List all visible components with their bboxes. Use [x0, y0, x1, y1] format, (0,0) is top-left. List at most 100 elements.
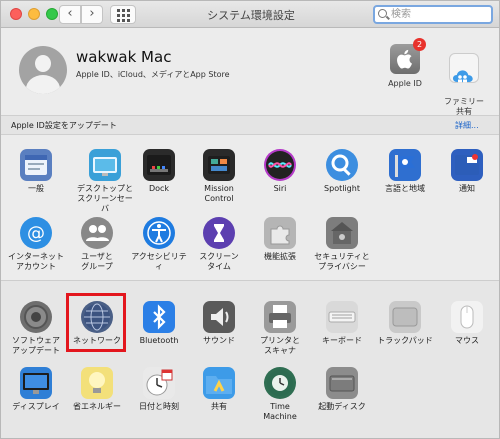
internet-accounts-icon: @ [20, 217, 52, 249]
pane-language[interactable]: 言語と地域 [375, 149, 435, 194]
chevron-right-icon: › [89, 6, 95, 21]
pane-startup-disk[interactable]: 起動ディスク [312, 367, 372, 412]
pane-mouse[interactable]: マウス [437, 301, 497, 346]
apple-id-update-banner: Apple ID設定をアップデート 詳細... [1, 115, 499, 135]
pane-label: Time Machine [263, 402, 297, 421]
show-all-button[interactable] [110, 5, 136, 24]
pane-label: Mission Control [204, 184, 234, 203]
pane-keyboard[interactable]: キーボード [312, 301, 372, 346]
account-name: wakwak Mac [76, 48, 172, 66]
apple-id-pane[interactable]: 2 Apple ID [383, 38, 427, 88]
system-preferences-window: ‹ › システム環境設定 検索 wakwak Mac Apple ID、iClo… [0, 0, 500, 439]
apple-id-label: Apple ID [388, 79, 422, 88]
extensions-icon [264, 217, 296, 249]
back-button[interactable]: ‹ [59, 5, 81, 24]
pane-label: ソフトウェア アップデート [12, 336, 60, 355]
pane-label: ネットワーク [73, 336, 121, 345]
pane-extensions[interactable]: 機能拡張 [250, 217, 310, 262]
apple-logo-icon: 2 [390, 38, 426, 74]
pane-label: 日付と時刻 [139, 402, 179, 411]
pane-date-time[interactable]: 日付と時刻 [129, 367, 189, 412]
pane-software-update[interactable]: ソフトウェア アップデート [6, 301, 66, 356]
details-link[interactable]: 詳細... [455, 120, 479, 131]
zoom-button[interactable] [46, 8, 58, 20]
pane-label: Bluetooth [139, 336, 179, 345]
search-icon [378, 9, 387, 18]
startup-disk-icon [326, 367, 358, 399]
pane-label: 言語と地域 [385, 184, 425, 193]
pane-label: 省エネルギー [73, 402, 121, 411]
pane-notifications[interactable]: 通知 [437, 149, 497, 194]
desktop-icon [89, 149, 121, 181]
family-sharing-pane[interactable]: ファミリー 共有 [438, 44, 490, 126]
pane-general[interactable]: 一般 [6, 149, 66, 194]
pane-mission-control[interactable]: Mission Control [189, 149, 249, 204]
pane-desktop[interactable]: デスクトップと スクリーンセーバ [75, 149, 135, 214]
accessibility-icon [143, 217, 175, 249]
close-button[interactable] [10, 8, 22, 20]
pane-screen-time[interactable]: スクリーン タイム [189, 217, 249, 272]
network-icon [81, 301, 113, 333]
pane-label: Spotlight [324, 184, 360, 193]
spotlight-icon [326, 149, 358, 181]
chevron-left-icon: ‹ [67, 6, 73, 21]
pane-label: セキュリティと プライバシー [314, 252, 370, 271]
svg-text:@: @ [27, 223, 45, 244]
dock-icon [143, 149, 175, 181]
pane-label: スクリーン タイム [199, 252, 239, 271]
forward-button[interactable]: › [81, 5, 103, 24]
pane-label: デスクトップと スクリーンセーバ [77, 184, 133, 213]
banner-text: Apple ID設定をアップデート [11, 121, 117, 130]
family-sharing-icon [449, 53, 479, 83]
keyboard-icon [326, 301, 358, 333]
pane-energy-saver[interactable]: 省エネルギー [67, 367, 127, 412]
pane-sound[interactable]: サウンド [189, 301, 249, 346]
pane-label: インターネット アカウント [8, 252, 64, 271]
security-privacy-icon [326, 217, 358, 249]
pane-label: Dock [148, 184, 170, 193]
pane-label: キーボード [322, 336, 362, 345]
pane-label: 起動ディスク [318, 402, 366, 411]
pane-users-groups[interactable]: ユーザと グループ [67, 217, 127, 272]
pane-label: 通知 [459, 184, 475, 193]
family-sharing-label: ファミリー 共有 [444, 97, 484, 116]
pane-trackpad[interactable]: トラックパッド [375, 301, 435, 346]
pane-spotlight[interactable]: Spotlight [312, 149, 372, 194]
avatar[interactable] [19, 46, 67, 94]
pane-label: サウンド [203, 336, 235, 345]
account-subtitle: Apple ID、iCloud、メディアとApp Store [76, 70, 230, 79]
pane-label: ユーザと グループ [81, 252, 113, 271]
pane-sharing[interactable]: 共有 [189, 367, 249, 412]
notification-badge: 2 [413, 38, 426, 51]
pane-displays[interactable]: ディスプレイ [6, 367, 66, 412]
mouse-icon [451, 301, 483, 333]
pane-time-machine[interactable]: Time Machine [250, 367, 310, 422]
pane-label: 一般 [28, 184, 44, 193]
time-machine-icon [264, 367, 296, 399]
date-time-icon [143, 367, 175, 399]
pane-accessibility[interactable]: アクセシビリティ [129, 217, 189, 272]
pane-label: 機能拡張 [264, 252, 296, 261]
pane-label: プリンタと スキャナ [260, 336, 300, 355]
search-placeholder: 検索 [391, 9, 411, 20]
minimize-button[interactable] [28, 8, 40, 20]
trackpad-icon [389, 301, 421, 333]
pane-label: 共有 [211, 402, 227, 411]
pane-printers[interactable]: プリンタと スキャナ [250, 301, 310, 356]
title-bar: ‹ › システム環境設定 検索 [1, 1, 499, 28]
search-input[interactable]: 検索 [373, 5, 493, 24]
notifications-icon [451, 149, 483, 181]
pane-security-privacy[interactable]: セキュリティと プライバシー [312, 217, 372, 272]
pane-network[interactable]: ネットワーク [67, 301, 127, 346]
pane-label: トラックパッド [377, 336, 433, 345]
pane-siri[interactable]: Siri [250, 149, 310, 194]
sharing-icon [203, 367, 235, 399]
sound-icon [203, 301, 235, 333]
window-title: システム環境設定 [207, 9, 295, 22]
pane-bluetooth[interactable]: Bluetooth [129, 301, 189, 346]
screen-time-icon [203, 217, 235, 249]
pane-dock[interactable]: Dock [129, 149, 189, 194]
energy-saver-icon [81, 367, 113, 399]
siri-icon [264, 149, 296, 181]
pane-internet-accounts[interactable]: @ インターネット アカウント [6, 217, 66, 272]
